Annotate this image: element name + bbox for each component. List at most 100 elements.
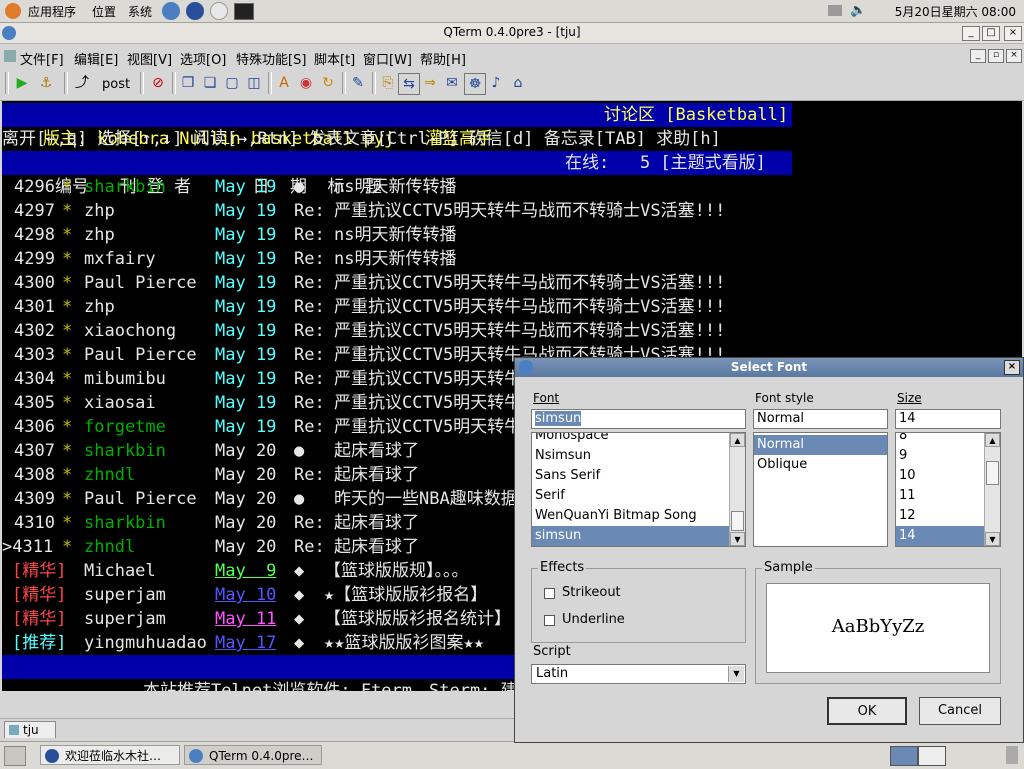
window-titlebar[interactable]: QTerm 0.4.0pre3 - [tju] _ □ × bbox=[0, 23, 1024, 44]
font-list-item[interactable]: Serif bbox=[532, 486, 745, 506]
article-title: 严重抗议CCTV5明天转牛马战而不转骑士VS活塞!!! bbox=[334, 321, 726, 341]
workspace-switcher[interactable] bbox=[890, 746, 918, 766]
font-scroll-thumb[interactable] bbox=[731, 511, 744, 531]
cancel-button[interactable]: Cancel bbox=[919, 697, 1001, 725]
digest-type: ◆ bbox=[294, 633, 305, 653]
browser-launcher-icon[interactable] bbox=[186, 2, 204, 20]
menu-file[interactable]: 文件[F] bbox=[20, 49, 64, 68]
applications-menu[interactable]: 应用程序 bbox=[28, 3, 76, 20]
trash-icon[interactable] bbox=[1006, 746, 1018, 764]
size-scroll-thumb[interactable] bbox=[986, 461, 999, 485]
volume-icon[interactable]: 🔈 bbox=[850, 3, 866, 18]
digest-title: 【篮球版版规】。。。 bbox=[324, 561, 469, 581]
menu-options[interactable]: 选项[O] bbox=[180, 49, 226, 68]
size-scroll-up[interactable]: ▲ bbox=[985, 433, 1000, 447]
places-menu[interactable]: 位置 bbox=[92, 3, 116, 20]
auto-reply-icon[interactable]: ⇒ bbox=[420, 73, 440, 93]
stop-icon[interactable]: ⊘ bbox=[148, 73, 168, 93]
menu-help[interactable]: 帮助[H] bbox=[420, 49, 466, 68]
home-icon[interactable]: ⌂ bbox=[508, 73, 528, 93]
post-icon[interactable]: ⤴ bbox=[72, 73, 92, 93]
task-browser[interactable]: 欢迎莅临水木社… bbox=[40, 745, 180, 765]
strikeout-checkbox[interactable] bbox=[544, 588, 555, 599]
font-list-item[interactable]: Sans Serif bbox=[532, 466, 745, 486]
anchor-icon[interactable]: ⚓ bbox=[36, 73, 56, 93]
menu-edit[interactable]: 编辑[E] bbox=[74, 49, 118, 68]
dialog-titlebar[interactable]: Select Font × bbox=[515, 358, 1023, 377]
size-scroll-down[interactable]: ▼ bbox=[985, 532, 1000, 546]
qterm-launcher-icon[interactable] bbox=[162, 2, 180, 20]
size-label: Size bbox=[897, 391, 922, 405]
taskbar: 欢迎莅临水木社… QTerm 0.4.0pre… bbox=[0, 741, 1024, 769]
copy-article-icon[interactable]: ⎘ bbox=[378, 73, 398, 93]
style-list[interactable]: Normal Oblique bbox=[753, 432, 888, 547]
anti-idle-icon[interactable]: ⇆ bbox=[398, 73, 420, 95]
copy-icon[interactable]: ❐ bbox=[178, 73, 198, 93]
ok-button[interactable]: OK bbox=[827, 697, 907, 725]
menu-special[interactable]: 特殊功能[S] bbox=[236, 49, 306, 68]
style-list-item[interactable]: Normal bbox=[754, 435, 887, 455]
message-icon[interactable]: ✉ bbox=[442, 73, 462, 93]
close-button[interactable]: × bbox=[1004, 26, 1022, 41]
size-input[interactable]: 14 bbox=[895, 409, 1001, 429]
post-button[interactable]: post bbox=[102, 77, 130, 92]
font-list-item[interactable]: Nsimsun bbox=[532, 446, 745, 466]
digest-title: ★★篮球版版衫图案★★ bbox=[324, 633, 484, 653]
top-panel: 应用程序 位置 系统 🔈 5月20日星期六 08:00 bbox=[0, 0, 1024, 23]
beep-icon[interactable]: ♪ bbox=[486, 73, 506, 93]
mail-launcher-icon[interactable] bbox=[210, 2, 228, 20]
article-date: May 19 bbox=[215, 321, 277, 341]
font-scroll-up[interactable]: ▲ bbox=[730, 433, 745, 447]
sample-label: Sample bbox=[762, 560, 815, 575]
font-list[interactable]: Monospace Nsimsun Sans Serif Serif WenQuanYi… bbox=[531, 432, 746, 547]
effects-label: Effects bbox=[538, 560, 587, 575]
mdi-close-button[interactable]: × bbox=[1006, 49, 1022, 63]
underline-checkbox[interactable] bbox=[544, 615, 555, 626]
terminal-launcher-icon[interactable] bbox=[234, 3, 254, 20]
font-list-item[interactable]: simsun bbox=[532, 526, 745, 546]
refresh-icon[interactable]: ↻ bbox=[318, 73, 338, 93]
show-desktop-icon[interactable] bbox=[4, 746, 26, 766]
dialog-close-button[interactable]: × bbox=[1004, 360, 1020, 375]
workspace-2[interactable] bbox=[918, 746, 946, 766]
color-icon[interactable]: ◉ bbox=[296, 73, 316, 93]
size-list[interactable]: 8 9 10 11 12 14 ▲ ▼ bbox=[895, 432, 1001, 547]
script-combobox[interactable]: Latin ▼ bbox=[531, 664, 746, 684]
config-icon[interactable]: ✎ bbox=[348, 73, 368, 93]
font-input[interactable]: simsun bbox=[531, 409, 746, 429]
menu-window[interactable]: 窗口[W] bbox=[363, 49, 412, 68]
font-list-item[interactable]: WenQuanYi Bitmap Song bbox=[532, 506, 745, 526]
style-input[interactable]: Normal bbox=[753, 409, 888, 429]
mdi-restore-button[interactable]: ▫ bbox=[988, 49, 1004, 63]
maximize-button[interactable]: □ bbox=[982, 26, 1000, 41]
font-list-item[interactable]: Monospace bbox=[532, 433, 745, 446]
distro-logo-icon[interactable] bbox=[5, 3, 21, 19]
article-author: zhp bbox=[84, 201, 115, 221]
chevron-down-icon: ▼ bbox=[728, 666, 744, 682]
article-mark: * bbox=[62, 393, 73, 413]
strikeout-label[interactable]: Strikeout bbox=[562, 585, 621, 600]
menu-script[interactable]: 脚本[t] bbox=[314, 49, 355, 68]
network-icon[interactable] bbox=[828, 5, 842, 16]
style-list-item[interactable]: Oblique bbox=[754, 455, 887, 475]
font-icon[interactable]: A bbox=[274, 73, 294, 93]
tab-tju[interactable]: tju bbox=[4, 721, 56, 738]
mouse-icon[interactable]: ☸ bbox=[464, 73, 486, 95]
paste-icon[interactable]: ❏ bbox=[200, 73, 220, 93]
menu-view[interactable]: 视图[V] bbox=[127, 49, 172, 68]
size-list-scrollbar[interactable]: ▲ ▼ bbox=[984, 433, 1000, 546]
article-number: 4308 bbox=[14, 465, 55, 485]
article-type: Re: bbox=[294, 417, 325, 437]
clock[interactable]: 5月20日星期六 08:00 bbox=[895, 3, 1016, 20]
mdi-minimize-button[interactable]: _ bbox=[970, 49, 986, 63]
rect-select-icon[interactable]: ▢ bbox=[222, 73, 242, 93]
system-menu[interactable]: 系统 bbox=[128, 3, 152, 20]
font-scroll-down[interactable]: ▼ bbox=[730, 532, 745, 546]
connect-icon[interactable]: ▶ bbox=[12, 73, 32, 93]
minimize-button[interactable]: _ bbox=[962, 26, 980, 41]
document-icon[interactable] bbox=[4, 50, 16, 62]
task-qterm[interactable]: QTerm 0.4.0pre… bbox=[184, 745, 322, 765]
underline-label[interactable]: Underline bbox=[562, 612, 625, 627]
color-copy-icon[interactable]: ◫ bbox=[244, 73, 264, 93]
font-list-scrollbar[interactable]: ▲ ▼ bbox=[729, 433, 745, 546]
